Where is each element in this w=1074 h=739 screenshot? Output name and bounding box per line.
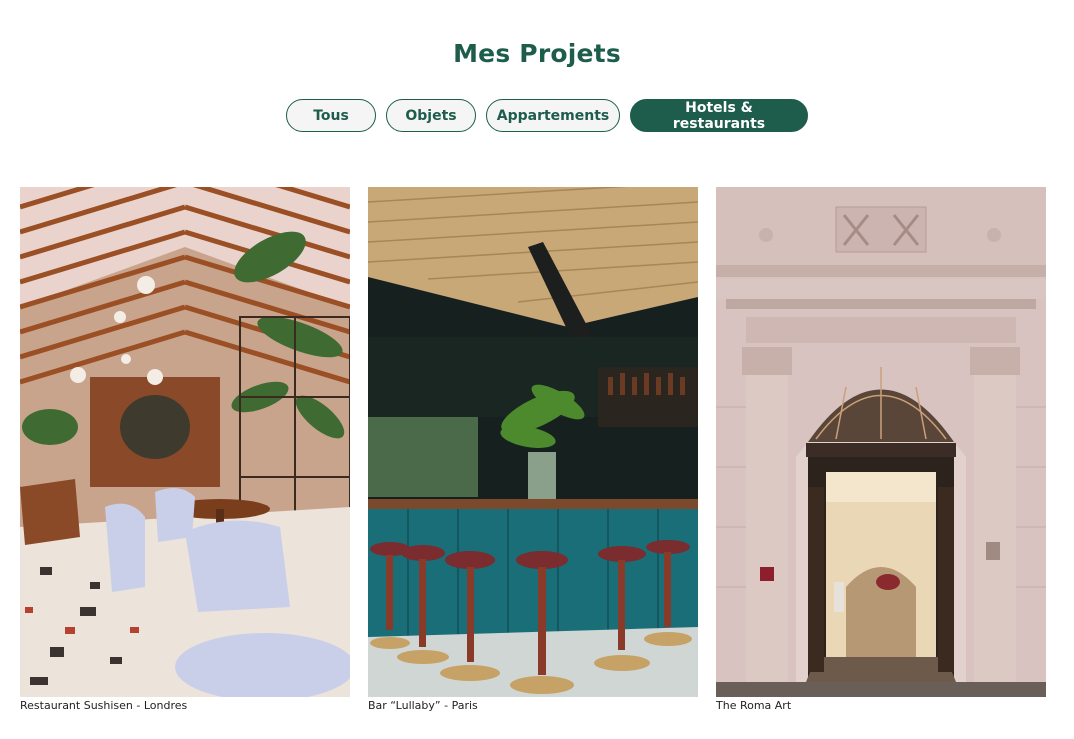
page-title: Mes Projets xyxy=(453,38,621,68)
filter-appartements[interactable]: Appartements xyxy=(486,99,620,132)
filter-bar: Tous Objets Appartements Hotels & restau… xyxy=(0,99,1074,132)
restaurant-greenhouse-photo[interactable] xyxy=(20,187,350,697)
project-caption: Bar “Lullaby” - Paris xyxy=(368,699,478,712)
filter-tous[interactable]: Tous xyxy=(286,99,376,132)
filter-hotels-restaurants[interactable]: Hotels & restaurants xyxy=(630,99,808,132)
filter-objets[interactable]: Objets xyxy=(386,99,476,132)
project-card-lullaby[interactable]: Bar “Lullaby” - Paris xyxy=(368,187,698,712)
project-card-roma-art[interactable]: The Roma Art xyxy=(716,187,1046,712)
project-caption: The Roma Art xyxy=(716,699,792,712)
hotel-entrance-arch-photo[interactable] xyxy=(716,187,1046,697)
project-card-sushisen[interactable]: Restaurant Sushisen - Londres xyxy=(20,187,350,712)
teal-bar-stools-photo[interactable] xyxy=(368,187,698,697)
project-caption: Restaurant Sushisen - Londres xyxy=(20,699,188,712)
